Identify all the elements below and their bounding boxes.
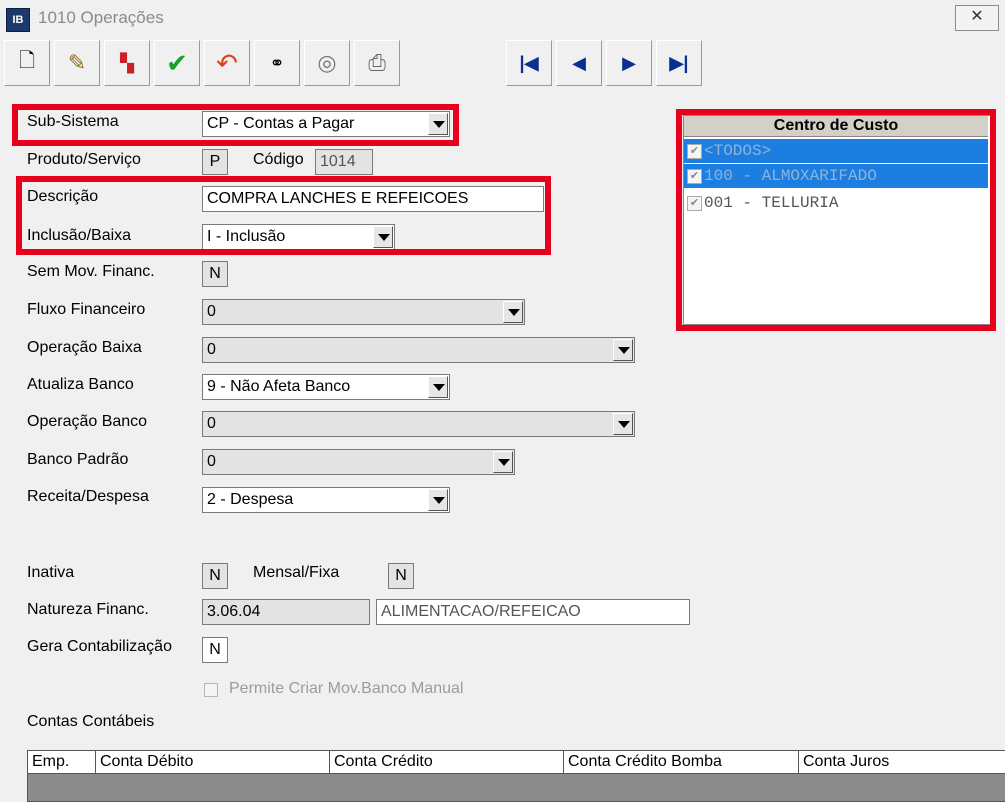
codigo-label: Código xyxy=(253,151,304,168)
inativa-field[interactable]: N xyxy=(202,563,228,589)
natureza-financ-description: ALIMENTACAO/REFEICAO xyxy=(376,599,690,625)
contas-contabeis-title: Contas Contábeis xyxy=(27,713,155,730)
col-conta-credito[interactable]: Conta Crédito xyxy=(330,751,564,773)
app-icon: IB xyxy=(6,8,30,32)
grid-body[interactable] xyxy=(28,774,1005,801)
gera-contabilizacao-label: Gera Contabilização xyxy=(27,638,172,655)
chevron-down-icon[interactable] xyxy=(428,376,448,398)
binoculars-icon[interactable]: ⚭ xyxy=(254,40,300,86)
permite-criar-checkbox[interactable] xyxy=(204,683,218,697)
popcorn-icon[interactable]: ▚ xyxy=(104,40,150,86)
operacao-banco-label: Operação Banco xyxy=(27,413,148,430)
chevron-down-icon[interactable] xyxy=(613,413,633,435)
receita-despesa-value: 2 - Despesa xyxy=(207,491,294,508)
gera-contabilizacao-field[interactable]: N xyxy=(202,637,228,663)
sem-mov-financ-label: Sem Mov. Financ. xyxy=(27,263,155,280)
chevron-down-icon[interactable] xyxy=(493,451,513,473)
natureza-financ-code[interactable]: 3.06.04 xyxy=(202,599,370,625)
chevron-down-icon[interactable] xyxy=(613,339,633,361)
close-button[interactable]: ✕ xyxy=(955,5,999,31)
codigo-field: 1014 xyxy=(315,149,373,175)
highlight-frame-sub-sistema xyxy=(12,104,459,146)
window-title: 1010 Operações xyxy=(38,8,164,27)
first-record-icon[interactable]: |◀ xyxy=(506,40,552,86)
fluxo-financeiro-select[interactable]: 0 xyxy=(202,299,525,325)
operacao-baixa-label: Operação Baixa xyxy=(27,339,142,356)
atualiza-banco-value: 9 - Não Afeta Banco xyxy=(207,378,351,395)
inativa-label: Inativa xyxy=(27,564,75,581)
last-record-icon[interactable]: ▶| xyxy=(656,40,702,86)
receita-despesa-label: Receita/Despesa xyxy=(27,488,149,505)
col-conta-debito[interactable]: Conta Débito xyxy=(96,751,330,773)
produto-servico-label: Produto/Serviço xyxy=(27,151,141,168)
highlight-frame-descricao xyxy=(16,176,551,255)
mensal-fixa-field[interactable]: N xyxy=(388,563,414,589)
permite-criar-label: Permite Criar Mov.Banco Manual xyxy=(229,680,464,697)
chevron-down-icon[interactable] xyxy=(503,301,523,323)
printer-icon[interactable]: ⎙ xyxy=(354,40,400,86)
operacao-baixa-value: 0 xyxy=(207,341,216,358)
produto-servico-field[interactable]: P xyxy=(202,149,228,175)
operacao-banco-select[interactable]: 0 xyxy=(202,411,635,437)
fluxo-financeiro-value: 0 xyxy=(207,303,216,320)
fluxo-financeiro-label: Fluxo Financeiro xyxy=(27,301,146,318)
sem-mov-financ-field[interactable]: N xyxy=(202,261,228,287)
grid-header: Emp. Conta Débito Conta Crédito Conta Cr… xyxy=(28,751,1005,774)
banco-padrao-label: Banco Padrão xyxy=(27,451,129,468)
col-conta-credito-bomba[interactable]: Conta Crédito Bomba xyxy=(564,751,799,773)
search-disk-icon[interactable]: ◎ xyxy=(304,40,350,86)
next-record-icon[interactable]: ▶ xyxy=(606,40,652,86)
confirm-check-icon[interactable]: ✔ xyxy=(154,40,200,86)
col-conta-juros[interactable]: Conta Juros xyxy=(799,751,1005,773)
banco-padrao-select[interactable]: 0 xyxy=(202,449,515,475)
highlight-frame-centro-de-custo xyxy=(676,109,996,331)
chevron-down-icon[interactable] xyxy=(428,489,448,511)
prev-record-icon[interactable]: ◀ xyxy=(556,40,602,86)
contas-contabeis-grid[interactable]: Emp. Conta Débito Conta Crédito Conta Cr… xyxy=(27,750,1005,802)
undo-icon[interactable]: ↶ xyxy=(204,40,250,86)
new-document-icon[interactable]: 🗋 xyxy=(4,40,50,86)
operacao-banco-value: 0 xyxy=(207,415,216,432)
mensal-fixa-label: Mensal/Fixa xyxy=(253,564,340,581)
edit-icon[interactable]: ✎ xyxy=(54,40,100,86)
operacao-baixa-select[interactable]: 0 xyxy=(202,337,635,363)
natureza-financ-label: Natureza Financ. xyxy=(27,601,149,618)
atualiza-banco-select[interactable]: 9 - Não Afeta Banco xyxy=(202,374,450,400)
atualiza-banco-label: Atualiza Banco xyxy=(27,376,134,393)
receita-despesa-select[interactable]: 2 - Despesa xyxy=(202,487,450,513)
banco-padrao-value: 0 xyxy=(207,453,216,470)
col-emp[interactable]: Emp. xyxy=(28,751,96,773)
